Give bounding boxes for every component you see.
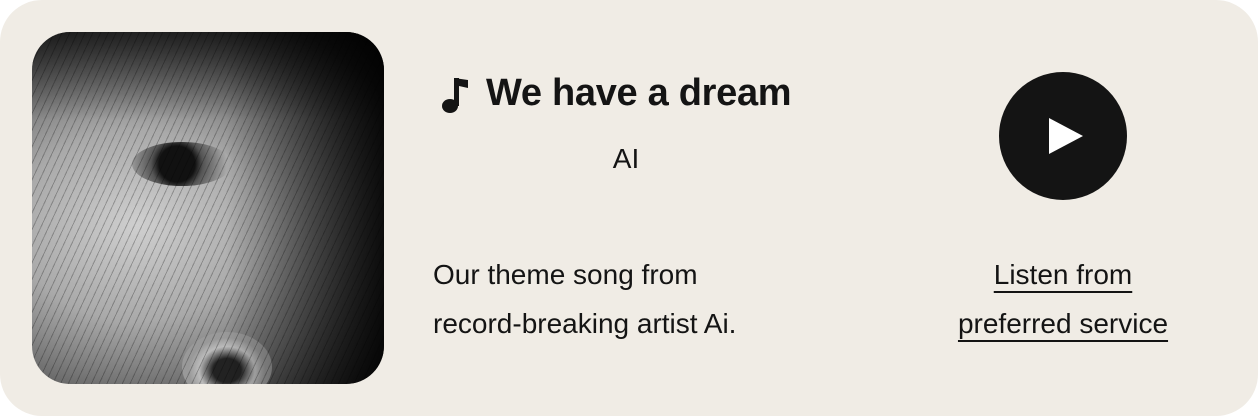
song-card: We have a dream AI Our theme song from r… [0, 0, 1258, 416]
photo-hair [32, 32, 384, 384]
link-line[interactable]: Listen from [900, 250, 1226, 299]
song-description: Our theme song from record-breaking arti… [433, 250, 853, 348]
song-title: We have a dream [486, 72, 792, 114]
artist-name: AI [612, 143, 640, 174]
listen-link[interactable]: Listen from preferred service [900, 250, 1226, 348]
title-row: We have a dream [440, 72, 792, 115]
link-line[interactable]: preferred service [900, 299, 1226, 348]
album-art-image [32, 32, 384, 384]
music-note-icon [442, 77, 468, 113]
description-line: record-breaking artist Ai. [433, 308, 737, 339]
play-button[interactable] [999, 72, 1127, 200]
play-icon [1049, 118, 1083, 154]
description-line: Our theme song from [433, 259, 698, 290]
